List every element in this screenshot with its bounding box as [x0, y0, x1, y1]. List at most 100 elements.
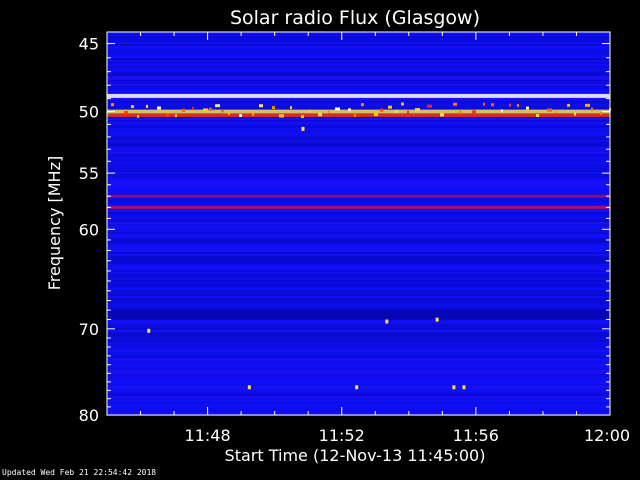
background-band — [107, 300, 610, 302]
burst-mark — [440, 113, 444, 117]
background-band — [107, 68, 610, 70]
background-band — [107, 214, 610, 216]
chart-title: Solar radio Flux (Glasgow) — [230, 7, 480, 29]
background-band — [107, 134, 610, 136]
background-band — [107, 188, 610, 190]
background-band — [107, 212, 610, 214]
burst-mark — [146, 104, 148, 108]
background-band — [107, 256, 610, 258]
background-band — [107, 80, 610, 82]
background-band — [107, 66, 610, 68]
background-band — [107, 284, 610, 286]
background-band — [107, 138, 610, 140]
background-band — [107, 58, 610, 60]
background-band — [107, 356, 610, 358]
background-band — [107, 184, 610, 186]
x-tick-label: 12:00 — [584, 426, 630, 445]
background-band — [107, 366, 610, 368]
background-band — [107, 144, 610, 146]
background-band — [107, 374, 610, 376]
background-band — [107, 92, 610, 94]
background-band — [107, 218, 610, 220]
burst-mark — [574, 112, 576, 116]
background-band — [107, 240, 610, 242]
background-band — [107, 162, 610, 164]
background-band — [107, 244, 610, 246]
background-band — [107, 158, 610, 160]
background-band — [107, 380, 610, 382]
burst-mark — [182, 108, 185, 112]
y-tick-label: 80 — [79, 406, 99, 425]
background-band — [107, 60, 610, 62]
background-band — [107, 178, 610, 180]
background-band — [107, 334, 610, 336]
background-band — [107, 48, 610, 50]
background-band — [107, 242, 610, 244]
spectrogram-chart: Solar radio Flux (Glasgow) 455055607080 … — [45, 7, 630, 465]
background-band — [107, 346, 610, 348]
background-band — [107, 280, 610, 282]
background-band — [107, 40, 610, 42]
background-band — [107, 140, 610, 142]
burst-mark — [395, 110, 398, 114]
background-band — [107, 364, 610, 366]
feature-band — [107, 113, 610, 117]
burst-mark — [203, 108, 208, 112]
burst-mark — [348, 108, 351, 112]
background-band — [107, 260, 610, 262]
background-band — [107, 228, 610, 230]
background-band — [107, 198, 610, 200]
background-band — [107, 308, 610, 310]
background-band — [107, 192, 610, 194]
background-band — [107, 388, 610, 390]
background-band — [107, 156, 610, 158]
background-band — [107, 406, 610, 408]
background-band — [107, 88, 610, 90]
background-band — [107, 148, 610, 150]
background-band — [107, 286, 610, 288]
background-band — [107, 326, 610, 328]
burst-mark — [555, 110, 558, 114]
background-band — [107, 358, 610, 360]
burst-mark — [585, 103, 590, 107]
intensity-bands — [107, 32, 610, 416]
burst-mark — [301, 114, 304, 118]
y-tick-label: 70 — [79, 320, 99, 339]
background-band — [107, 298, 610, 300]
burst-mark — [259, 104, 263, 108]
background-band — [107, 324, 610, 326]
background-band — [107, 258, 610, 260]
background-band — [107, 122, 610, 124]
burst-mark — [374, 113, 378, 117]
burst-mark — [279, 114, 284, 118]
background-band — [107, 232, 610, 234]
background-band — [107, 200, 610, 202]
background-band — [107, 404, 610, 406]
background-band — [107, 64, 610, 66]
burst-mark — [536, 114, 539, 118]
background-band — [107, 186, 610, 188]
background-band — [107, 372, 610, 374]
background-band — [107, 262, 610, 264]
background-band — [107, 120, 610, 122]
burst-mark — [517, 103, 519, 107]
background-band — [107, 304, 610, 306]
burst-mark — [547, 108, 552, 112]
burst-mark — [252, 112, 254, 116]
background-band — [107, 302, 610, 304]
feature-band — [107, 194, 610, 198]
background-band — [107, 146, 610, 148]
background-band — [107, 408, 610, 410]
background-band — [107, 354, 610, 356]
y-tick-label: 60 — [79, 220, 99, 239]
background-band — [107, 38, 610, 40]
background-band — [107, 202, 610, 204]
background-band — [107, 390, 610, 392]
background-band — [107, 282, 610, 284]
background-band — [107, 272, 610, 274]
background-band — [107, 394, 610, 396]
burst-mark — [131, 105, 134, 109]
y-tick-label: 55 — [79, 164, 99, 183]
background-band — [107, 216, 610, 218]
background-band — [107, 124, 610, 126]
